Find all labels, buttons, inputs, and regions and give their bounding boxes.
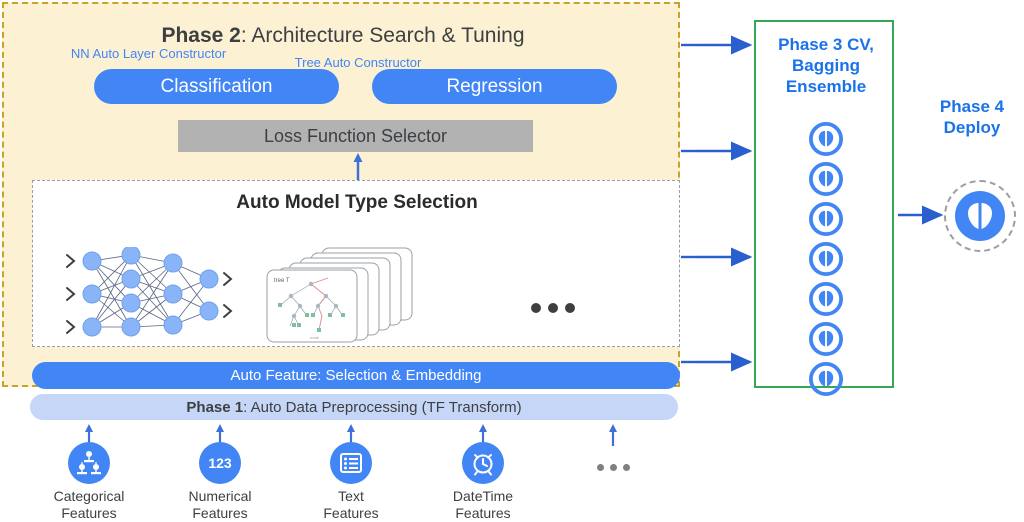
ellipsis-dot [597,464,604,471]
numeric-123-icon: 123 [199,442,241,484]
feature-more-up-arrow-icon [609,424,617,446]
auto-feature-bar[interactable]: Auto Feature: Selection & Embedding [32,362,680,389]
phase1-title-rest: : Auto Data Preprocessing (TF Transform) [243,398,522,416]
phase1-title: Phase 1: Auto Data Preprocessing (TF Tra… [186,399,521,416]
ellipsis-dot [623,464,630,471]
classification-pill[interactable]: Classification [94,69,339,104]
phase4-deploy-node[interactable] [944,180,1016,252]
classification-pill-label: Classification [160,75,273,97]
tree-card-leaf-label: node [310,335,320,340]
phase3-title-line2: Bagging [792,56,860,75]
numeric-glyph: 123 [208,455,232,471]
auto-feature-bar-label: Auto Feature: Selection & Embedding [230,367,482,384]
phase2-title-bold: Phase 2 [161,24,241,47]
brain-icon[interactable] [809,362,843,396]
brain-icon[interactable] [809,202,843,236]
phase4-title: Phase 4 Deploy [920,96,1024,138]
feature-categorical-label: Categorical Features [30,488,148,522]
feature-categorical-label-line1: Categorical [53,488,125,504]
phase3-title-line3: Ensemble [785,77,867,96]
tree-auto-constructor-diagram-icon: tree T node [266,247,413,343]
tree-auto-constructor-caption: Tree Auto Constructor [294,55,422,70]
phase3-title: Phase 3 CV, Bagging Ensemble [756,34,896,97]
phase1-title-bold: Phase 1 [186,398,244,416]
diagram-canvas: Phase 2: Architecture Search & Tuning Cl… [0,0,1024,522]
brain-icon[interactable] [809,162,843,196]
hierarchy-icon [68,442,110,484]
ellipsis-dot [565,303,575,313]
feature-text-label-line1: Text [338,488,364,504]
list-lines-icon [330,442,372,484]
brain-icon [955,191,1005,241]
phase1-bar[interactable]: Phase 1: Auto Data Preprocessing (TF Tra… [30,394,678,420]
ellipsis-dot [610,464,617,471]
loss-function-selector-label: Loss Function Selector [263,125,448,146]
auto-model-type-selection-title: Auto Model Type Selection [236,192,478,213]
feature-numerical-label: Numerical Features [161,488,279,522]
phase3-title-line1: Phase 3 CV, [778,35,874,54]
loss-function-selector[interactable]: Loss Function Selector [178,120,533,152]
phase2-panel: Phase 2: Architecture Search & Tuning Cl… [2,2,682,389]
phase3-box: Phase 3 CV, Bagging Ensemble [754,20,896,396]
feature-numerical-label-line1: Numerical [188,488,252,504]
regression-pill[interactable]: Regression [372,69,617,104]
phase2-title-rest: : Architecture Search & Tuning [240,24,525,47]
brain-icon[interactable] [809,282,843,316]
brain-icon[interactable] [809,322,843,356]
feature-datetime-label: DateTime Features [424,488,542,522]
loss-selector-up-arrow-icon [353,153,363,181]
phase3-model-list [756,122,896,396]
alarm-clock-icon [462,442,504,484]
feature-datetime-label-line1: DateTime [452,488,514,504]
phase4-title-line1: Phase 4 [939,97,1005,116]
brain-icon[interactable] [809,242,843,276]
ellipsis-dot [531,303,541,313]
phase4-title-line2: Deploy [943,118,1001,137]
tree-card-label: tree T [274,278,290,284]
phase2-title: Phase 2: Architecture Search & Tuning [4,24,682,48]
nn-auto-layer-constructor-caption: NN Auto Layer Constructor [70,46,227,61]
ellipsis-dot [548,303,558,313]
feature-text-label: Text Features [292,488,410,522]
brain-icon[interactable] [809,122,843,156]
features-ellipsis [597,464,630,471]
regression-pill-label: Regression [446,75,543,97]
model-types-ellipsis [531,303,575,313]
neural-network-diagram-icon [66,247,233,337]
